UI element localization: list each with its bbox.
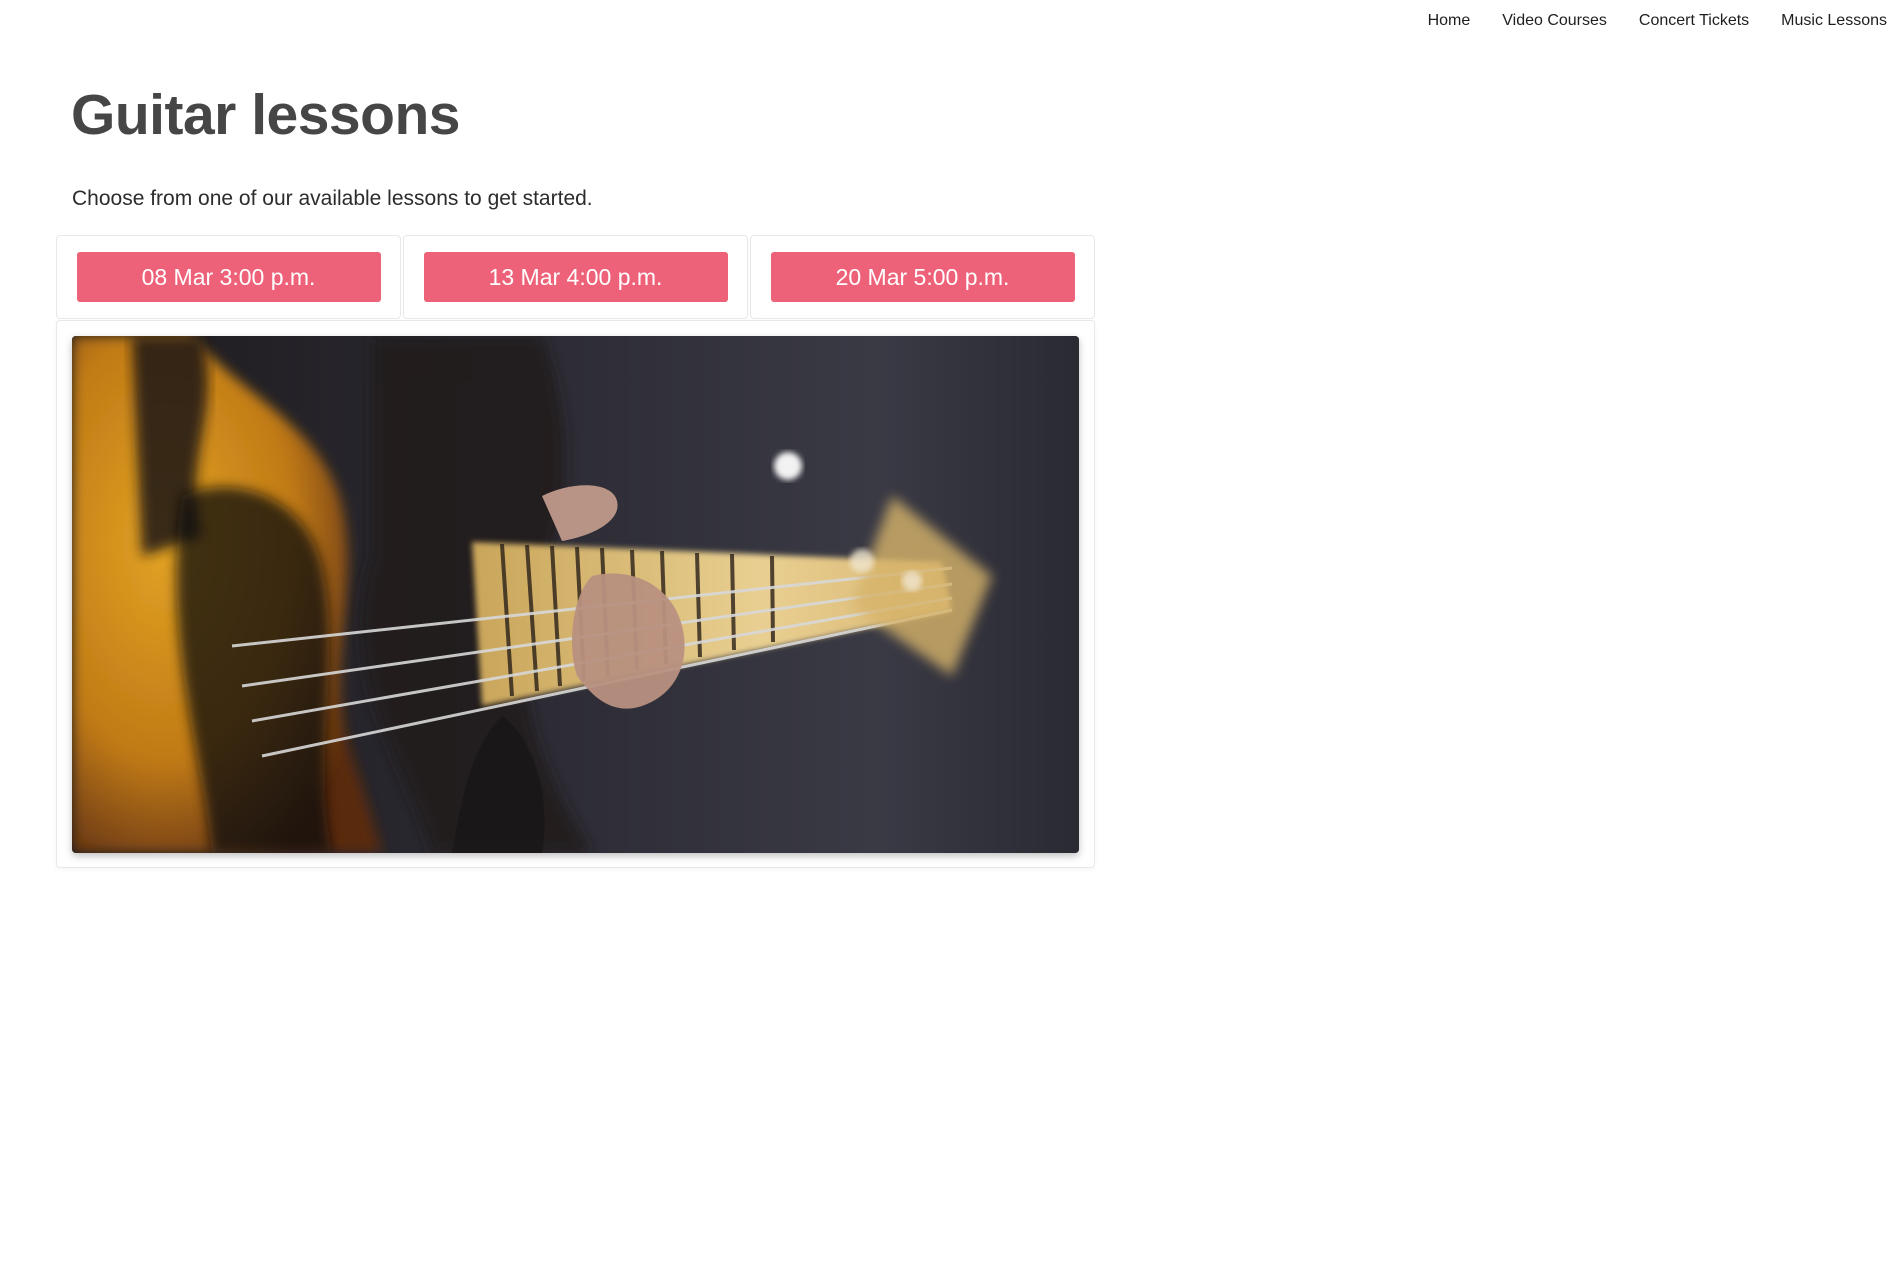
lesson-slot-card: 20 Mar 5:00 p.m. <box>750 235 1095 319</box>
nav-home-link[interactable]: Home <box>1428 10 1471 32</box>
nav-video-courses-link[interactable]: Video Courses <box>1502 10 1607 32</box>
lesson-slot-button-3[interactable]: 20 Mar 5:00 p.m. <box>770 252 1075 302</box>
intro-text: Choose from one of our available lessons… <box>72 187 593 210</box>
nav-music-lessons-link[interactable]: Music Lessons <box>1781 10 1887 32</box>
lesson-slots: 08 Mar 3:00 p.m. 13 Mar 4:00 p.m. 20 Mar… <box>56 235 1095 319</box>
lesson-slot-button-1[interactable]: 08 Mar 3:00 p.m. <box>76 252 381 302</box>
lesson-slot-button-2[interactable]: 13 Mar 4:00 p.m. <box>423 252 728 302</box>
lesson-slot-card: 08 Mar 3:00 p.m. <box>56 235 401 319</box>
guitar-photo <box>72 336 1079 853</box>
page-title: Guitar lessons <box>71 83 460 147</box>
guitar-photo-illustration <box>72 336 1079 853</box>
nav-concert-tickets-link[interactable]: Concert Tickets <box>1639 10 1749 32</box>
lesson-slot-card: 13 Mar 4:00 p.m. <box>403 235 748 319</box>
page: Home Video Courses Concert Tickets Music… <box>0 0 1890 1286</box>
image-card <box>56 320 1095 868</box>
top-navigation: Home Video Courses Concert Tickets Music… <box>1428 10 1887 32</box>
